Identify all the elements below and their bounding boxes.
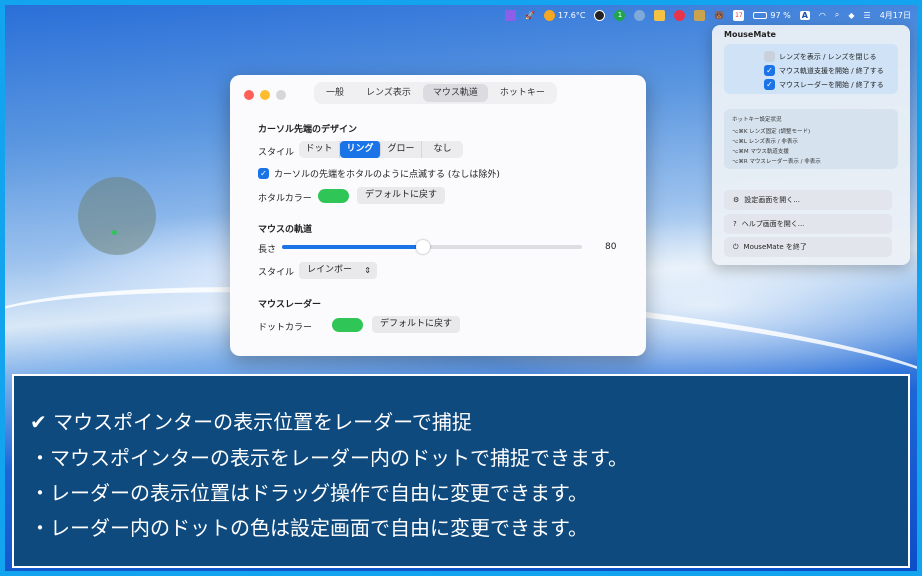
hotkey-line: ⌥⌘L レンズ表示 / 非表示 (732, 139, 798, 145)
trail-toggle-label: マウス軌道支援を開始 / 終了する (779, 66, 884, 75)
settings-tabs: 一般 レンズ表示 マウス軌道 ホットキー (314, 82, 557, 104)
wifi-icon[interactable]: ◠ (819, 11, 826, 20)
firefly-reset-button[interactable]: デフォルトに戻す (357, 187, 446, 204)
shield-icon[interactable]: ◆ (848, 11, 854, 20)
blink-checkbox-row[interactable]: ✓ カーソルの先端をホタルのように点滅する (なしは除外) (258, 167, 500, 180)
caption-headline: ✔ マウスポインターの表示位置をレーダーで捕捉 (30, 410, 472, 434)
trail-style-select[interactable]: レインボー ⇕ (299, 262, 377, 279)
cursor-style-label: スタイル (258, 148, 295, 158)
mouse-trail-title: マウスの軌道 (258, 225, 313, 235)
question-icon: ? (733, 220, 737, 228)
calendar-day: 17 (733, 9, 745, 21)
menu-bar: 🚀 17.6°C 1 🐻 17 97 % A ◠ ⌕ ◆ ☰ 4月17日 (5, 5, 917, 25)
tab-hotkeys[interactable]: ホットキー (490, 84, 555, 102)
caption-line: ・マウスポインターの表示をレーダー内のドットで捕捉できます。 (30, 446, 628, 470)
tab-general[interactable]: 一般 (316, 84, 354, 102)
dot-color-well[interactable] (332, 318, 363, 332)
caption-line: ・レーダー内のドットの色は設定画面で自由に変更できます。 (30, 516, 588, 540)
hotkey-line: ⌥⌘M マウス軌道支援 (732, 149, 789, 155)
firefly-color-well[interactable] (318, 189, 349, 203)
open-help-label: ヘルプ画面を開く... (741, 220, 805, 228)
power-icon: ⏻ (733, 242, 739, 251)
search-icon[interactable]: ⌕ (835, 10, 839, 20)
quit-label: MouseMate を終了 (743, 243, 807, 251)
mousemate-menu: MouseMate レンズを表示 / レンズを閉じる ✓ マウス軌道支援を開始 … (712, 25, 910, 265)
firefly-color-label: ホタルカラー (258, 194, 312, 204)
yin-yang-icon[interactable] (594, 9, 606, 21)
weather-item[interactable]: 17.6°C (544, 9, 586, 21)
account-icon[interactable] (634, 9, 646, 21)
input-source-item[interactable]: A (799, 10, 810, 20)
calendar-icon[interactable]: 17 (733, 9, 745, 21)
tab-lens[interactable]: レンズ表示 (356, 84, 421, 102)
hotkey-line: ⌥⌘R マウスレーダー表示 / 非表示 (732, 159, 821, 165)
blink-checkbox[interactable]: ✓ (258, 168, 269, 179)
open-settings-button[interactable]: ⚙ 設定画面を開く... (724, 190, 892, 210)
gear-icon: ⚙ (733, 196, 740, 204)
lens-toggle-label: レンズを表示 / レンズを閉じる (779, 52, 877, 61)
battery-item[interactable]: 97 % (753, 10, 791, 20)
hotkey-title: ホットキー設定状況 (732, 117, 782, 123)
trail-length-knob[interactable] (416, 240, 430, 254)
trail-length-value: 80 (605, 242, 617, 252)
dot-reset-button[interactable]: デフォルトに戻す (372, 316, 461, 333)
notification-badge[interactable]: 1 (614, 9, 626, 21)
open-help-button[interactable]: ? ヘルプ画面を開く... (724, 214, 892, 234)
open-settings-label: 設定画面を開く... (744, 196, 800, 204)
feature-caption: ✔ マウスポインターの表示位置をレーダーで捕捉 ・マウスポインターの表示をレーダ… (12, 374, 910, 568)
input-source-label: A (799, 10, 810, 20)
rocket-icon[interactable]: 🚀 (525, 11, 535, 20)
toggle-card: レンズを表示 / レンズを閉じる ✓ マウス軌道支援を開始 / 終了する ✓ マ… (724, 44, 898, 94)
trail-checkbox[interactable]: ✓ (764, 65, 775, 76)
notification-count: 1 (614, 9, 626, 21)
mousemate-icon[interactable]: 🐻 (714, 11, 724, 20)
zoom-button[interactable] (276, 90, 286, 100)
menu-toggle-lens[interactable]: レンズを表示 / レンズを閉じる (764, 51, 877, 62)
radar-checkbox[interactable]: ✓ (764, 79, 775, 90)
hotkey-line: ⌥⌘K レンズ固定 (調整モード) (732, 129, 811, 135)
blink-checkbox-label: カーソルの先端をホタルのように点滅する (なしは除外) (274, 170, 500, 180)
caption-line: ・レーダーの表示位置はドラッグ操作で自由に変更できます。 (30, 481, 588, 505)
style-option-glow[interactable]: グロー (381, 141, 422, 158)
dot-color-label: ドットカラー (258, 323, 313, 333)
tab-mouse-trail[interactable]: マウス軌道 (422, 84, 488, 102)
style-option-none[interactable]: なし (422, 141, 463, 158)
trail-length-fill (282, 245, 423, 249)
quit-button[interactable]: ⏻ MouseMate を終了 (724, 237, 892, 257)
sun-cloud-icon (544, 9, 556, 21)
menubar-date[interactable]: 4月17日 (880, 10, 911, 21)
menu-toggle-radar[interactable]: ✓ マウスレーダーを開始 / 終了する (764, 79, 884, 90)
battery-percent: 97 % (770, 10, 791, 20)
link-icon[interactable] (674, 9, 686, 21)
trail-style-value: レインボー (307, 265, 353, 275)
note-icon[interactable] (654, 9, 666, 21)
mouse-radar-title: マウスレーダー (258, 300, 322, 310)
lens-checkbox[interactable] (764, 51, 775, 62)
minimize-button[interactable] (260, 90, 270, 100)
cursor-design-title: カーソル先端のデザイン (258, 125, 358, 135)
menu-title: MouseMate (724, 30, 776, 39)
trail-length-label: 長さ (258, 245, 277, 255)
mouse-radar[interactable] (78, 177, 156, 255)
close-button[interactable] (244, 90, 254, 100)
trail-length-slider[interactable] (282, 240, 582, 254)
chevron-updown-icon: ⇕ (364, 266, 371, 275)
screen-icon[interactable] (505, 9, 517, 21)
control-center-icon[interactable]: ☰ (864, 11, 871, 20)
weather-temperature: 17.6°C (558, 10, 586, 20)
battery-icon (753, 11, 768, 19)
menu-toggle-trail[interactable]: ✓ マウス軌道支援を開始 / 終了する (764, 65, 884, 76)
settings-window: 一般 レンズ表示 マウス軌道 ホットキー カーソル先端のデザイン スタイル ドッ… (230, 75, 646, 356)
style-option-dot[interactable]: ドット (299, 141, 340, 158)
trail-style-label: スタイル (258, 268, 295, 278)
radar-toggle-label: マウスレーダーを開始 / 終了する (779, 80, 884, 89)
trash-icon[interactable] (694, 9, 706, 21)
hotkey-card: ホットキー設定状況 ⌥⌘K レンズ固定 (調整モード) ⌥⌘L レンズ表示 / … (724, 109, 898, 169)
style-option-ring[interactable]: リング (340, 141, 381, 158)
cursor-style-segmented: ドット リング グロー なし (299, 141, 463, 158)
radar-dot (112, 230, 117, 235)
